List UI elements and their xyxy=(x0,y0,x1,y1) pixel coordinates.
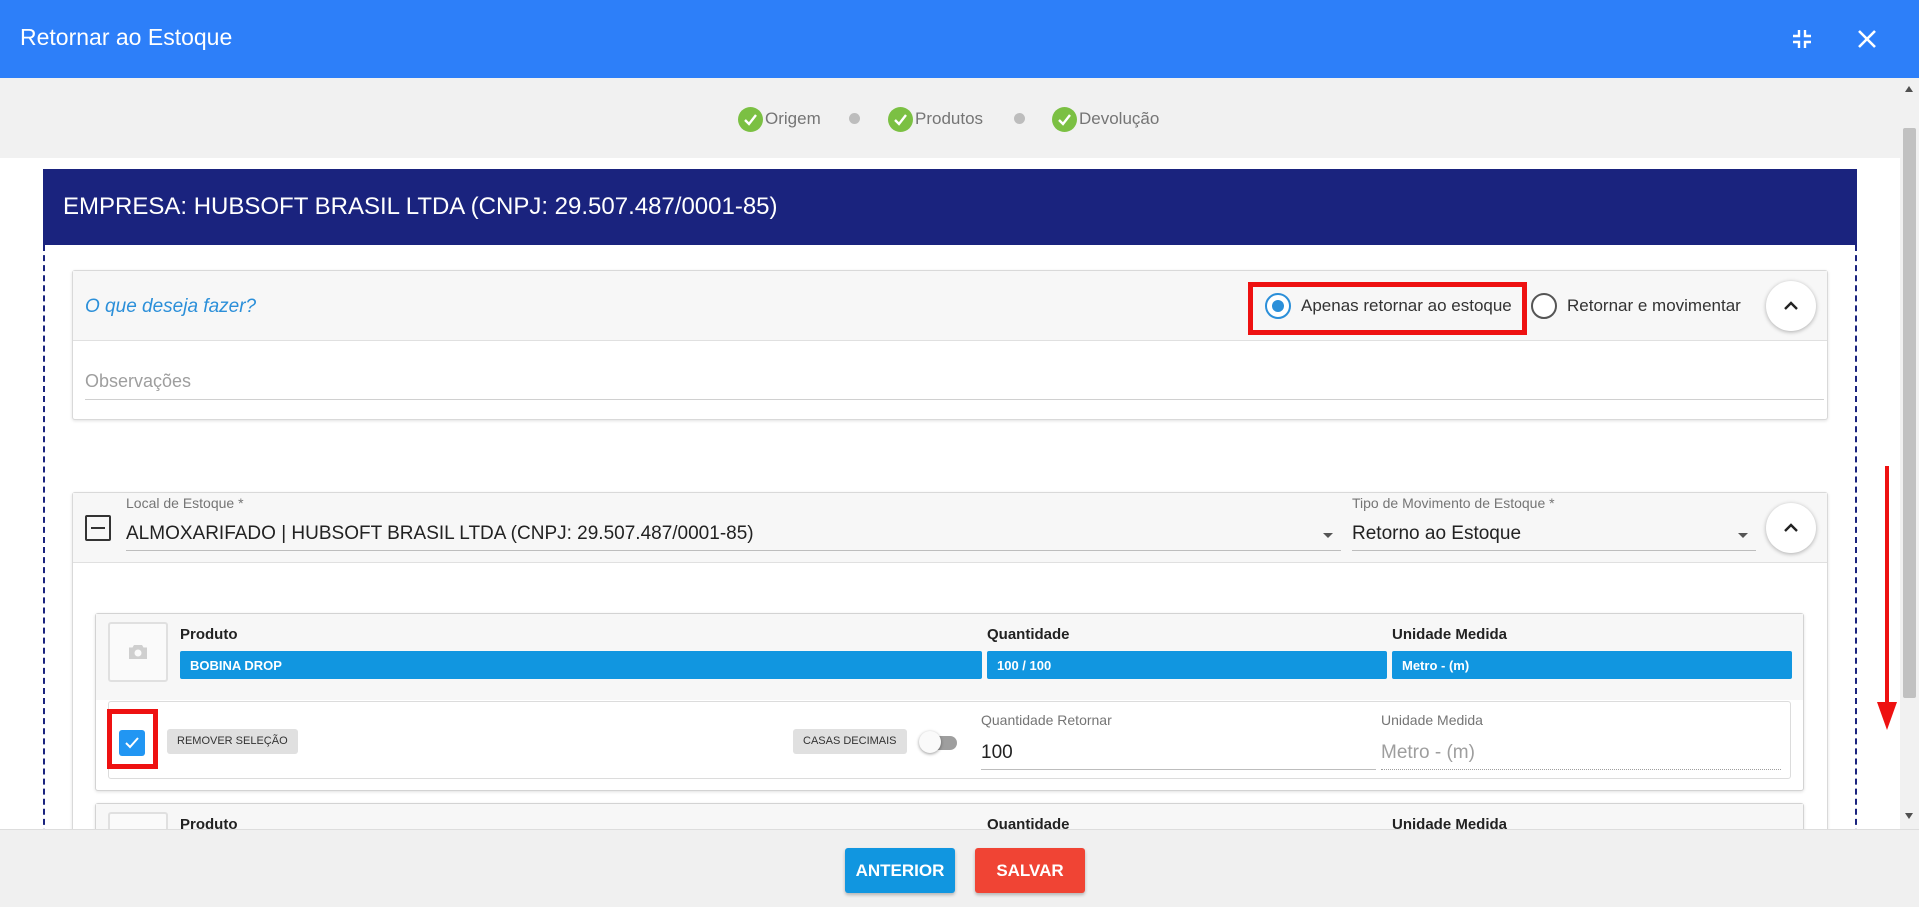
local-estoque-select[interactable]: ALMOXARIFADO | HUBSOFT BRASIL LTDA (CNPJ… xyxy=(126,521,1341,551)
action-question: O que deseja fazer? xyxy=(85,296,257,317)
unit-value: Metro - (m) xyxy=(1392,651,1792,679)
tipo-movimento-label: Tipo de Movimento de Estoque * xyxy=(1352,495,1555,511)
product-col-header: Produto xyxy=(180,626,238,643)
tipo-movimento-select[interactable]: Retorno ao Estoque xyxy=(1352,521,1756,551)
check-circle-icon xyxy=(1052,106,1077,132)
check-circle-icon xyxy=(888,106,913,132)
observations-input[interactable]: Observações xyxy=(85,365,1824,400)
product-summary: Produto Quantidade Unidade Medida xyxy=(96,804,1803,829)
quantity-col-header: Quantidade xyxy=(987,816,1070,829)
product-return-row: REMOVER SELEÇÃO CASAS DECIMAIS Quantidad… xyxy=(108,701,1791,779)
step-origem[interactable]: Origem xyxy=(738,106,821,132)
return-qty-label: Quantidade Retornar xyxy=(981,712,1112,728)
step-separator-dot xyxy=(1014,113,1025,124)
product-value: BOBINA DROP xyxy=(180,651,982,679)
product-summary: Produto BOBINA DROP Quantidade 100 / 100… xyxy=(96,614,1803,700)
scroll-up-icon[interactable] xyxy=(1905,86,1913,92)
action-card-header: O que deseja fazer? Apenas retornar ao e… xyxy=(73,271,1827,341)
quantity-value: 100 / 100 xyxy=(987,651,1387,679)
step-separator-dot xyxy=(849,113,860,124)
radio-checked-icon xyxy=(1265,293,1291,319)
company-title: EMPRESA: HUBSOFT BRASIL LTDA (CNPJ: 29.5… xyxy=(63,193,778,220)
action-card: O que deseja fazer? Apenas retornar ao e… xyxy=(72,270,1828,420)
remove-selection-button[interactable]: REMOVER SELEÇÃO xyxy=(167,729,298,754)
save-button[interactable]: SALVAR xyxy=(975,848,1085,893)
dialog-header: Retornar ao Estoque xyxy=(0,0,1919,78)
radio-apenas-retornar[interactable]: Apenas retornar ao estoque xyxy=(1265,293,1512,319)
return-unit-input: Metro - (m) xyxy=(1381,738,1781,770)
step-produtos[interactable]: Produtos xyxy=(888,106,984,132)
radio-label: Retornar e movimentar xyxy=(1567,296,1741,315)
dialog-title: Retornar ao Estoque xyxy=(20,24,233,50)
radio-retornar-movimentar[interactable]: Retornar e movimentar xyxy=(1531,293,1741,319)
dialog-content: EMPRESA: HUBSOFT BRASIL LTDA (CNPJ: 29.5… xyxy=(0,158,1900,829)
chevron-up-icon xyxy=(1784,301,1798,310)
stepper: Origem Produtos Devolução xyxy=(0,78,1900,158)
close-icon[interactable] xyxy=(1850,22,1884,56)
unit-col-header: Unidade Medida xyxy=(1392,816,1508,829)
vertical-scrollbar[interactable] xyxy=(1900,78,1919,829)
local-estoque-value: ALMOXARIFADO | HUBSOFT BRASIL LTDA (CNPJ… xyxy=(126,523,754,544)
check-circle-icon xyxy=(738,106,763,132)
radio-label: Apenas retornar ao estoque xyxy=(1301,296,1512,315)
quantity-col-header: Quantidade xyxy=(987,626,1070,643)
collapse-minus-icon[interactable] xyxy=(85,515,111,541)
decimal-places-toggle[interactable] xyxy=(919,731,959,753)
decimal-places-button[interactable]: CASAS DECIMAIS xyxy=(793,729,907,754)
collapse-action-button[interactable] xyxy=(1766,281,1816,331)
unit-col-header: Unidade Medida xyxy=(1392,626,1508,643)
collapse-icon[interactable] xyxy=(1785,22,1819,56)
toggle-thumb xyxy=(919,731,941,753)
step-devolucao[interactable]: Devolução xyxy=(1052,106,1160,132)
stock-card-header: Local de Estoque * ALMOXARIFADO | HUBSOF… xyxy=(73,493,1827,563)
return-qty-input[interactable]: 100 xyxy=(981,738,1376,770)
product-select-checkbox[interactable] xyxy=(119,730,145,756)
chevron-up-icon xyxy=(1784,523,1798,532)
stock-card: Local de Estoque * ALMOXARIFADO | HUBSOF… xyxy=(72,492,1828,829)
scroll-down-icon[interactable] xyxy=(1905,813,1913,819)
previous-button[interactable]: ANTERIOR xyxy=(845,848,955,893)
scroll-down-arrow-icon xyxy=(1877,466,1897,730)
product-card: Produto Quantidade Unidade Medida xyxy=(95,803,1804,829)
company-bar: EMPRESA: HUBSOFT BRASIL LTDA (CNPJ: 29.5… xyxy=(43,169,1857,245)
collapse-stock-button[interactable] xyxy=(1766,503,1816,553)
local-estoque-label: Local de Estoque * xyxy=(126,495,244,511)
product-card: Produto BOBINA DROP Quantidade 100 / 100… xyxy=(95,613,1804,791)
step-label: Devolução xyxy=(1079,109,1160,128)
camera-icon xyxy=(108,812,168,829)
product-col-header: Produto xyxy=(180,816,238,829)
step-label: Origem xyxy=(765,109,821,128)
dialog-footer: ANTERIOR SALVAR xyxy=(0,829,1919,907)
return-unit-label: Unidade Medida xyxy=(1381,712,1483,728)
step-label: Produtos xyxy=(915,109,984,128)
dropdown-caret-icon xyxy=(1323,533,1333,538)
camera-icon xyxy=(108,622,168,682)
dropdown-caret-icon xyxy=(1738,533,1748,538)
radio-unchecked-icon xyxy=(1531,293,1557,319)
scrollbar-thumb[interactable] xyxy=(1903,128,1916,698)
tipo-movimento-value: Retorno ao Estoque xyxy=(1352,523,1522,544)
